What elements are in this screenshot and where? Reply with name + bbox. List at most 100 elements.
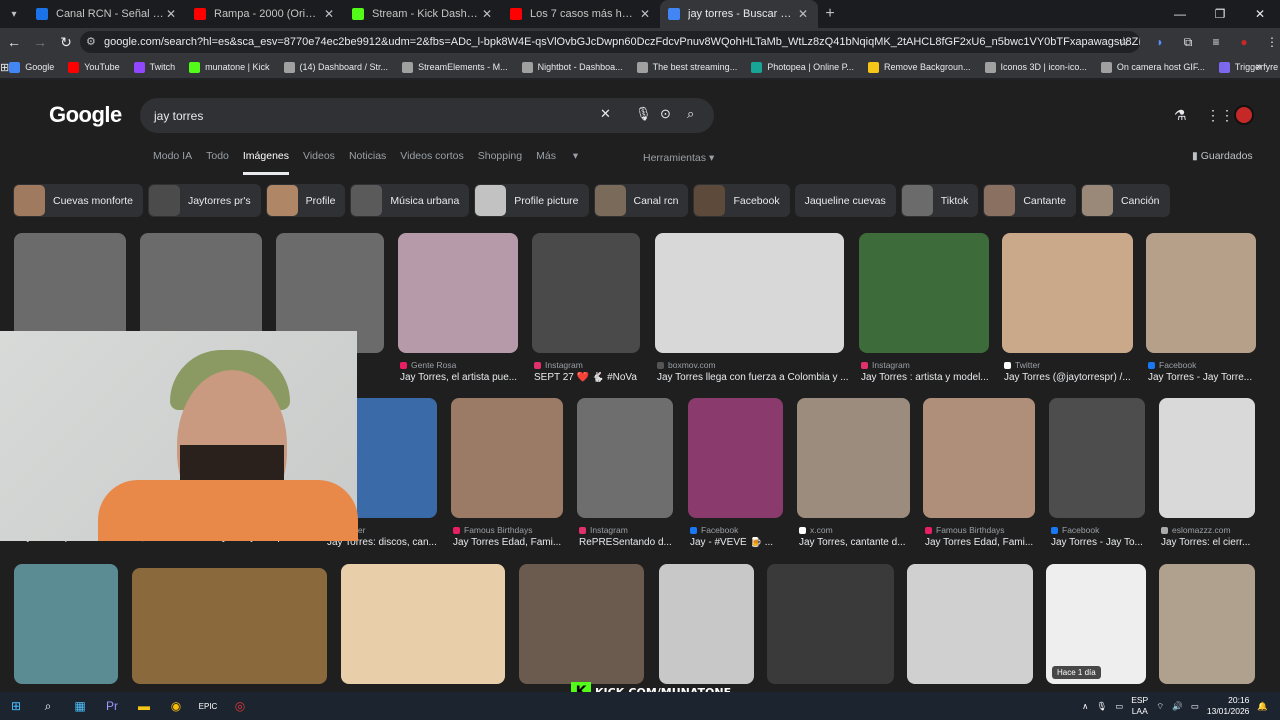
saved-button[interactable]: ▮ Guardados	[1192, 150, 1253, 162]
result-source[interactable]: Facebook	[690, 525, 738, 535]
tab-search-icon[interactable]: ▾	[0, 0, 28, 28]
result-caption[interactable]: Jay Torres, el artista pue...	[400, 372, 524, 383]
clock[interactable]: 20:16 13/01/2026	[1207, 695, 1250, 717]
bookmark-item[interactable]: Iconos 3D | icon-ico...	[984, 61, 1087, 73]
avatar[interactable]	[1234, 105, 1254, 125]
result-source[interactable]: boxmov.com	[657, 360, 716, 370]
result-caption[interactable]: Jay Torres, cantante d...	[799, 537, 916, 548]
close-window-icon[interactable]: ✕	[1240, 0, 1280, 28]
tab-mas[interactable]: Más ▾	[536, 150, 592, 175]
result-source[interactable]: Gente Rosa	[400, 360, 456, 370]
google-apps-icon[interactable]: ⋮⋮	[1206, 107, 1234, 124]
address-bar[interactable]: ⚙ google.com/search?hl=es&sca_esv=8770e7…	[80, 31, 1140, 53]
result-source[interactable]: Instagram	[579, 525, 628, 535]
extensions-puzzle-icon[interactable]: ⧉	[1178, 32, 1198, 52]
related-search-chip[interactable]: Tiktok	[900, 184, 979, 217]
result-thumbnail[interactable]	[1049, 398, 1145, 518]
bookmark-item[interactable]: Triggerfyre	[1218, 61, 1278, 73]
related-search-chip[interactable]: Cuevas monforte	[13, 184, 143, 217]
battery-icon[interactable]: ▭	[1191, 701, 1199, 712]
tab-imagenes[interactable]: Imágenes	[242, 150, 290, 175]
file-explorer-icon[interactable]: ▬	[128, 692, 160, 720]
more-bookmarks-icon[interactable]: »	[1256, 61, 1262, 73]
tab-noticias[interactable]: Noticias	[349, 150, 386, 175]
language-indicator[interactable]: ESP LAA	[1131, 695, 1148, 717]
bookmark-item[interactable]: Nightbot - Dashboa...	[521, 61, 623, 73]
bookmark-item[interactable]: Remove Backgroun...	[867, 61, 971, 73]
related-search-chip[interactable]: Facebook	[693, 184, 790, 217]
tab-todo[interactable]: Todo	[206, 150, 229, 175]
close-tab-icon[interactable]: ✕	[796, 7, 810, 21]
apps-grid-icon[interactable]: ⊞	[0, 61, 9, 74]
result-thumbnail[interactable]	[688, 398, 783, 518]
minimize-icon[interactable]: —	[1160, 0, 1200, 28]
restore-icon[interactable]: ❐	[1200, 0, 1240, 28]
result-thumbnail[interactable]	[1002, 233, 1133, 353]
browser-menu-icon[interactable]: ⋮	[1262, 32, 1280, 52]
tab-modo-ia[interactable]: Modo IA	[153, 150, 192, 175]
result-source[interactable]: Instagram	[534, 360, 583, 370]
related-search-chip[interactable]: Música urbana	[350, 184, 470, 217]
voice-search-icon[interactable]: 🎙	[635, 106, 652, 122]
bookmark-item[interactable]: On camera host GIF...	[1100, 61, 1205, 73]
result-thumbnail[interactable]	[1159, 398, 1255, 518]
site-info-icon[interactable]: ⚙	[86, 35, 96, 48]
premiere-icon[interactable]: Pr	[96, 692, 128, 720]
result-caption[interactable]: Jay Torres: el cierr...	[1161, 537, 1261, 548]
result-thumbnail[interactable]	[859, 233, 989, 353]
bookmark-star-icon[interactable]: ☆	[1118, 34, 1130, 50]
result-thumbnail[interactable]	[532, 233, 640, 353]
result-source[interactable]: eslomazzz.com	[1161, 525, 1231, 535]
result-thumbnail[interactable]	[519, 564, 644, 684]
result-source[interactable]: Facebook	[1148, 360, 1196, 370]
close-tab-icon[interactable]: ✕	[164, 7, 178, 21]
wifi-icon[interactable]: ⌔	[1156, 701, 1164, 712]
forward-icon[interactable]: →	[28, 30, 52, 54]
result-caption[interactable]: SEPT 27 ❤️ 🐇 #NoVa	[534, 372, 646, 383]
media-icon[interactable]: ≡	[1206, 32, 1226, 52]
browser-tab[interactable]: Los 7 casos más horrorosos y p✕	[502, 0, 660, 28]
google-logo[interactable]: Google	[49, 102, 122, 128]
result-thumbnail[interactable]	[451, 398, 563, 518]
search-icon[interactable]: ⌕	[687, 106, 694, 122]
tray-arrow-icon[interactable]: ∧	[1082, 701, 1088, 712]
result-thumbnail[interactable]	[132, 568, 327, 684]
close-tab-icon[interactable]: ✕	[322, 7, 336, 21]
bookmark-item[interactable]: Twitch	[133, 61, 175, 73]
new-tab-button[interactable]: +	[818, 5, 842, 23]
bookmark-item[interactable]: Photopea | Online P...	[751, 61, 854, 73]
result-caption[interactable]: Jay Torres - Jay To...	[1051, 537, 1151, 548]
labs-icon[interactable]: ⚗	[1174, 107, 1187, 124]
mic-icon[interactable]: 🎙	[1096, 701, 1107, 712]
close-tab-icon[interactable]: ✕	[638, 7, 652, 21]
related-search-chip[interactable]: Canción	[1080, 184, 1170, 217]
notification-icon[interactable]: 🔔	[1257, 701, 1268, 712]
volume-icon[interactable]: 🔊	[1172, 701, 1183, 712]
result-caption[interactable]: Jay Torres Edad, Fami...	[453, 537, 569, 548]
result-source[interactable]: x.com	[799, 525, 833, 535]
search-box[interactable]: jay torres ✕ 🎙 ⊙ ⌕	[140, 98, 714, 133]
browser-tab[interactable]: Rampa - 2000 (Original Mix) - Y✕	[186, 0, 344, 28]
result-source[interactable]: Twitter	[1004, 360, 1040, 370]
result-caption[interactable]: Jay Torres (@jaytorrespr) /...	[1004, 372, 1139, 383]
reload-icon[interactable]: ↻	[54, 30, 78, 54]
network-icon[interactable]: ▭	[1115, 701, 1123, 712]
result-source[interactable]: Famous Birthdays	[453, 525, 533, 535]
search-taskbar-icon[interactable]: ⌕	[32, 692, 64, 720]
related-search-chip[interactable]: Profile picture	[474, 184, 589, 217]
clear-icon[interactable]: ✕	[600, 106, 611, 122]
lens-icon[interactable]: ⊙	[660, 106, 671, 122]
result-thumbnail[interactable]	[923, 398, 1035, 518]
result-thumbnail[interactable]	[1159, 564, 1255, 684]
result-caption[interactable]: Jay Torres Edad, Fami...	[925, 537, 1041, 548]
bookmark-item[interactable]: munatone | Kick	[189, 61, 270, 73]
result-thumbnail[interactable]	[907, 564, 1033, 684]
result-thumbnail[interactable]	[655, 233, 844, 353]
result-thumbnail[interactable]	[797, 398, 910, 518]
related-search-chip[interactable]: Jaytorres pr's	[147, 184, 261, 217]
extension-icon[interactable]: ◗	[1150, 32, 1170, 52]
result-thumbnail[interactable]	[341, 564, 505, 684]
close-tab-icon[interactable]: ✕	[480, 7, 494, 21]
browser-tab[interactable]: jay torres - Buscar con Google✕	[660, 0, 818, 28]
bookmark-item[interactable]: (14) Dashboard / Str...	[283, 61, 388, 73]
